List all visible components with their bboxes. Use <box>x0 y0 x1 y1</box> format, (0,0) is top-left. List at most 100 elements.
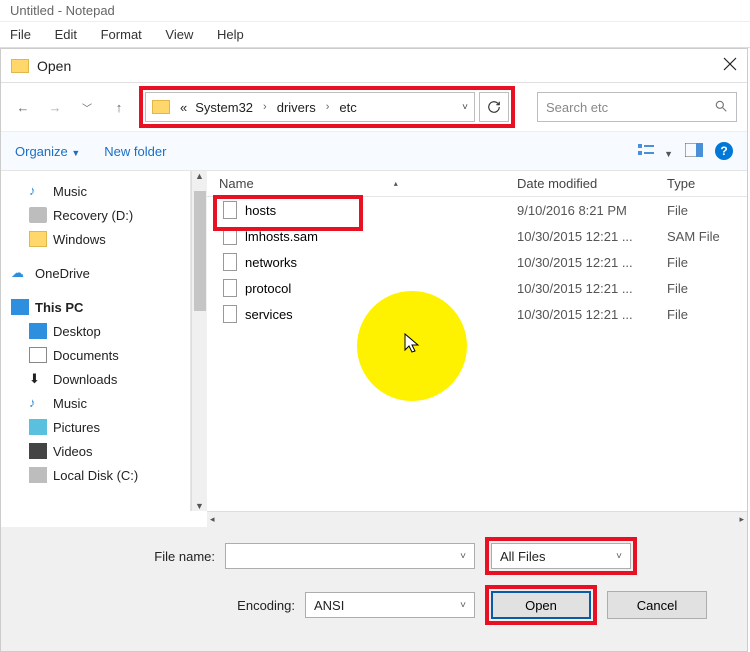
filename-input[interactable]: ˅ <box>225 543 475 569</box>
tree-item-videos[interactable]: Videos <box>11 439 190 463</box>
breadcrumb-drivers[interactable]: drivers <box>273 100 320 115</box>
address-bar[interactable]: « System32 › drivers › etc ˅ <box>145 92 475 122</box>
tree-item-label: Music <box>53 184 87 199</box>
drive-icon <box>29 207 47 223</box>
scroll-down-icon[interactable]: ▼ <box>192 501 207 511</box>
tree-item-onedrive[interactable]: ☁OneDrive <box>11 261 190 285</box>
breadcrumb-system32[interactable]: System32 <box>191 100 257 115</box>
menu-view[interactable]: View <box>155 22 203 48</box>
tree-item-music[interactable]: ♪ Music <box>11 391 190 415</box>
file-row[interactable]: services10/30/2015 12:21 ...File <box>207 301 747 327</box>
filetype-highlight: All Files˅ <box>485 537 637 575</box>
chevron-down-icon[interactable]: ˅ <box>616 551 622 562</box>
tree-item-windows[interactable]: Windows <box>11 227 190 251</box>
filename-label: File name: <box>15 549 215 564</box>
file-date: 10/30/2015 12:21 ... <box>517 229 667 244</box>
tree-item-downloads[interactable]: ⬇ Downloads <box>11 367 190 391</box>
tree-item-label: Downloads <box>53 372 117 387</box>
open-button[interactable]: Open <box>491 591 591 619</box>
file-list: Name▴ Date modified Type hosts9/10/2016 … <box>207 171 747 511</box>
column-date[interactable]: Date modified <box>517 171 667 196</box>
file-row[interactable]: protocol10/30/2015 12:21 ...File <box>207 275 747 301</box>
chevron-down-icon[interactable]: ˅ <box>460 551 466 562</box>
file-name: networks <box>245 255 297 270</box>
refresh-button[interactable] <box>479 92 509 122</box>
tree-item-label: This PC <box>35 300 83 315</box>
tree-item-label: Local Disk (C:) <box>53 468 138 483</box>
download-icon: ⬇ <box>29 371 47 387</box>
preview-pane-icon[interactable] <box>685 143 703 160</box>
forward-button[interactable]: → <box>43 95 67 119</box>
column-headers: Name▴ Date modified Type <box>207 171 747 197</box>
help-button[interactable]: ? <box>715 142 733 160</box>
file-row[interactable]: lmhosts.sam10/30/2015 12:21 ...SAM File <box>207 223 747 249</box>
open-button-highlight: Open <box>485 585 597 625</box>
tree-item-desktop[interactable]: Desktop <box>11 319 190 343</box>
cursor-highlight <box>357 291 467 401</box>
up-button[interactable]: ↑ <box>107 95 131 119</box>
folder-icon <box>11 59 29 73</box>
doc-icon <box>29 347 47 363</box>
new-folder-button[interactable]: New folder <box>104 144 166 159</box>
tree-item-music[interactable]: ♪ Music <box>11 179 190 203</box>
file-icon <box>223 253 237 271</box>
tree-item-documents[interactable]: Documents <box>11 343 190 367</box>
breadcrumb-etc[interactable]: etc <box>335 100 360 115</box>
address-bar-highlight: « System32 › drivers › etc ˅ <box>139 86 515 128</box>
file-icon <box>223 227 237 245</box>
tree-item-label: OneDrive <box>35 266 90 281</box>
navigation-row: ← → ﹀ ↑ « System32 › drivers › etc ˅ Sea… <box>1 83 747 131</box>
recent-locations-dropdown[interactable]: ﹀ <box>75 95 99 119</box>
encoding-label: Encoding: <box>15 598 295 613</box>
column-name[interactable]: Name▴ <box>207 171 517 196</box>
file-date: 9/10/2016 8:21 PM <box>517 203 667 218</box>
tree-item-recovery-d-[interactable]: Recovery (D:) <box>11 203 190 227</box>
filetype-select[interactable]: All Files˅ <box>491 543 631 569</box>
menu-format[interactable]: Format <box>91 22 152 48</box>
breadcrumb-sep: « <box>176 100 191 115</box>
back-button[interactable]: ← <box>11 95 35 119</box>
tree-item-pictures[interactable]: Pictures <box>11 415 190 439</box>
file-row[interactable]: hosts9/10/2016 8:21 PMFile <box>207 197 747 223</box>
scroll-up-icon[interactable]: ▲ <box>192 171 207 181</box>
tree-item-label: Music <box>53 396 87 411</box>
tree-item-this-pc[interactable]: This PC <box>11 295 190 319</box>
menu-file[interactable]: File <box>0 22 41 48</box>
menu-edit[interactable]: Edit <box>45 22 87 48</box>
disk-icon <box>29 467 47 483</box>
file-type: File <box>667 203 747 218</box>
dialog-bottom-panel: File name: ˅ All Files˅ Encoding: ANSI˅ … <box>1 527 747 651</box>
cancel-button[interactable]: Cancel <box>607 591 707 619</box>
search-input[interactable]: Search etc <box>537 92 737 122</box>
pc-icon <box>11 299 29 315</box>
organize-menu[interactable]: Organize ▼ <box>15 144 80 159</box>
dialog-toolbar: Organize ▼ New folder ▼ ? <box>1 131 747 171</box>
pictures-icon <box>29 419 47 435</box>
music-icon: ♪ <box>29 395 47 411</box>
tree-item-label: Recovery (D:) <box>53 208 133 223</box>
chevron-right-icon[interactable]: › <box>320 101 336 113</box>
scroll-thumb[interactable] <box>194 191 206 311</box>
encoding-select[interactable]: ANSI˅ <box>305 592 475 618</box>
open-dialog: Open ← → ﹀ ↑ « System32 › drivers › etc … <box>0 48 748 652</box>
file-type: SAM File <box>667 229 747 244</box>
file-row[interactable]: networks10/30/2015 12:21 ...File <box>207 249 747 275</box>
close-button[interactable] <box>723 57 737 74</box>
chevron-down-icon[interactable]: ˅ <box>460 600 466 611</box>
tree-item-local-disk-c-[interactable]: Local Disk (C:) <box>11 463 190 487</box>
column-type[interactable]: Type <box>667 171 747 196</box>
tree-scrollbar[interactable]: ▲ ▼ <box>191 171 207 511</box>
file-list-hscrollbar[interactable]: ◂ ▸ <box>207 511 747 527</box>
address-dropdown-icon[interactable]: ˅ <box>456 102 474 113</box>
tree-item-label: Windows <box>53 232 106 247</box>
tree-item-label: Desktop <box>53 324 101 339</box>
search-placeholder: Search etc <box>546 100 608 115</box>
menu-help[interactable]: Help <box>207 22 254 48</box>
file-icon <box>223 201 237 219</box>
view-options-icon[interactable]: ▼ <box>638 143 673 160</box>
chevron-right-icon[interactable]: › <box>257 101 273 113</box>
file-name: services <box>245 307 293 322</box>
music-icon: ♪ <box>29 183 47 199</box>
file-date: 10/30/2015 12:21 ... <box>517 281 667 296</box>
file-type: File <box>667 255 747 270</box>
